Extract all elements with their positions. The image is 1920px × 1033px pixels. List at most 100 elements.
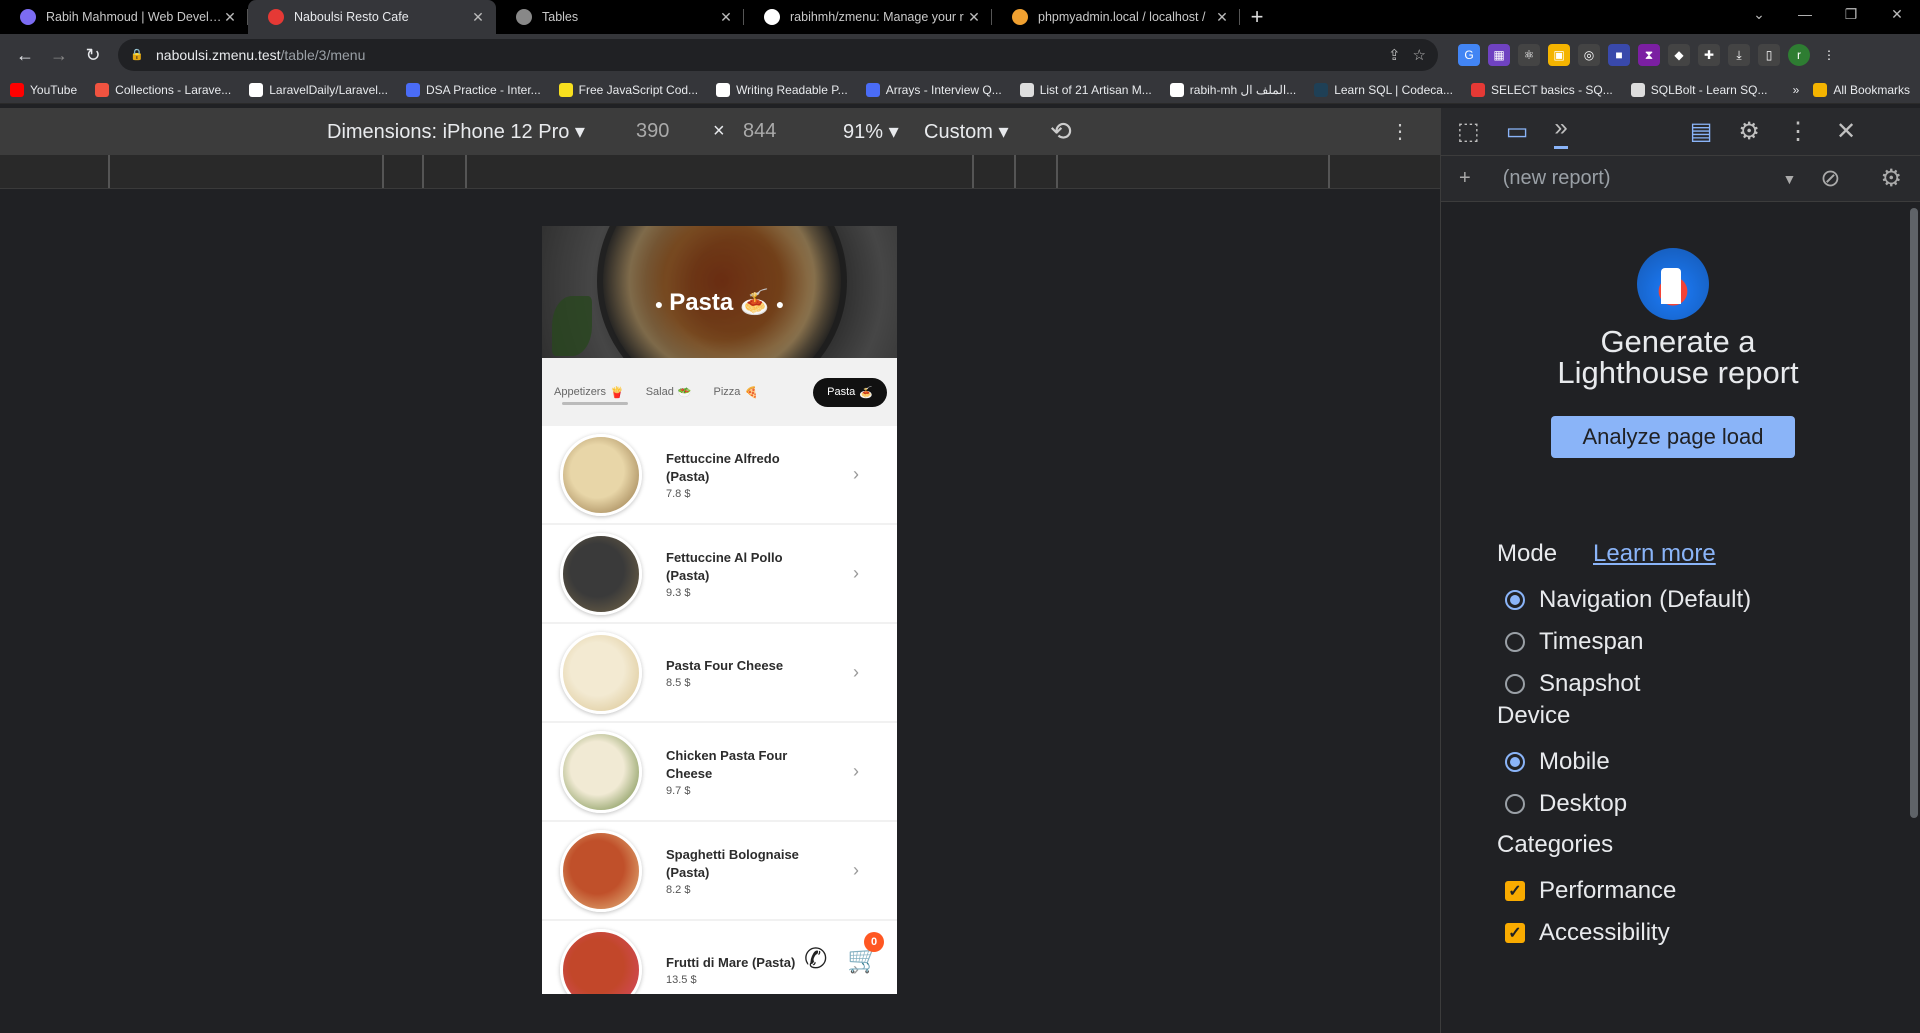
close-window-button[interactable]: ✕ — [1874, 0, 1920, 30]
radio-button[interactable] — [1505, 794, 1525, 814]
ruler-mark[interactable] — [1328, 155, 1330, 188]
ruler-mark[interactable] — [1056, 155, 1058, 188]
extension-icon[interactable]: ■ — [1608, 44, 1630, 66]
ruler-mark[interactable] — [972, 155, 974, 188]
browser-tab[interactable]: Naboulsi Resto Cafe ✕ — [248, 0, 496, 34]
bookmark-item[interactable]: List of 21 Artisan M... — [1019, 82, 1152, 97]
radio-option[interactable]: Mobile — [1505, 748, 1610, 776]
bookmark-item[interactable]: YouTube — [10, 82, 77, 97]
more-bookmarks-button[interactable]: » — [1793, 83, 1800, 97]
lighthouse-settings-icon[interactable]: ⚙ — [1880, 164, 1902, 193]
radio-button[interactable] — [1505, 590, 1525, 610]
share-icon[interactable]: ⇪ — [1388, 46, 1401, 64]
radio-option[interactable]: Timespan — [1505, 628, 1643, 656]
menu-item[interactable]: Chicken Pasta Four Cheese 9.7 $ › — [542, 723, 897, 822]
ruler-mark[interactable] — [382, 155, 384, 188]
ruler-mark[interactable] — [465, 155, 467, 188]
side-panel-icon[interactable]: ▯ — [1758, 44, 1780, 66]
download-icon[interactable]: ⤓ — [1728, 44, 1750, 66]
back-button[interactable]: ← — [10, 40, 40, 70]
browser-tab[interactable]: Rabih Mahmoud | Web Develop ✕ — [0, 0, 248, 34]
radio-option[interactable]: Navigation (Default) — [1505, 586, 1751, 614]
bookmark-item[interactable]: Collections - Larave... — [95, 82, 231, 97]
browser-tab[interactable]: rabihmh/zmenu: Manage your r ✕ — [744, 0, 992, 34]
close-tab-icon[interactable]: ✕ — [470, 9, 486, 26]
category-checkbox-option[interactable]: ✓ Performance — [1505, 877, 1676, 905]
profile-avatar-icon[interactable]: r — [1788, 44, 1810, 66]
extension-icon[interactable]: ◆ — [1668, 44, 1690, 66]
ruler-mark[interactable] — [108, 155, 110, 188]
ruler-mark[interactable] — [422, 155, 424, 188]
extension-icon[interactable]: ⧗ — [1638, 44, 1660, 66]
width-input[interactable]: 390 — [636, 120, 669, 143]
clear-icon[interactable]: ⊘ — [1820, 164, 1840, 193]
more-tabs-icon[interactable]: » — [1554, 114, 1568, 149]
bookmark-item[interactable]: SELECT basics - SQ... — [1470, 82, 1613, 97]
report-select[interactable]: (new report) — [1503, 167, 1611, 190]
radio-option[interactable]: Desktop — [1505, 790, 1627, 818]
bookmark-item[interactable]: Learn SQL | Codeca... — [1314, 82, 1453, 97]
new-tab-button[interactable]: + — [1240, 0, 1274, 34]
category-tab-pizza[interactable]: Pizza 🍕 — [714, 386, 759, 399]
close-tab-icon[interactable]: ✕ — [966, 9, 982, 26]
restore-button[interactable]: ❐ — [1828, 0, 1874, 30]
radio-button[interactable] — [1505, 674, 1525, 694]
bookmark-item[interactable]: rabih-mh الملف ال... — [1169, 82, 1296, 97]
bookmark-item[interactable]: LaravelDaily/Laravel... — [249, 82, 388, 97]
menu-item[interactable]: Fettuccine Alfredo (Pasta) 7.8 $ › — [542, 426, 897, 525]
chrome-menu-icon[interactable]: ⋮ — [1818, 44, 1840, 66]
radio-option[interactable]: Snapshot — [1505, 670, 1640, 698]
settings-gear-icon[interactable]: ⚙ — [1738, 117, 1760, 146]
category-tab-appetizers[interactable]: Appetizers 🍟 — [554, 386, 624, 399]
browser-tab[interactable]: phpmyadmin.local / localhost / ✕ — [992, 0, 1240, 34]
puzzle-extensions-icon[interactable]: ✚ — [1698, 44, 1720, 66]
bookmark-item[interactable]: DSA Practice - Inter... — [405, 82, 541, 97]
height-input[interactable]: 844 — [743, 120, 776, 143]
device-select[interactable]: Dimensions: iPhone 12 Pro ▾ — [327, 119, 585, 144]
caret-down-icon[interactable]: ▼ — [1783, 171, 1797, 187]
all-bookmarks-button[interactable]: All Bookmarks — [1813, 82, 1910, 97]
close-tab-icon[interactable]: ✕ — [718, 9, 734, 26]
category-tab-salad[interactable]: Salad 🥗 — [646, 386, 692, 399]
ruler-mark[interactable] — [1014, 155, 1016, 188]
extension-icon[interactable]: ▣ — [1548, 44, 1570, 66]
more-options-icon[interactable]: ⋮ — [1390, 119, 1410, 144]
feedback-icon[interactable]: ▤ — [1690, 117, 1713, 146]
translate-extension-icon[interactable]: G — [1458, 44, 1480, 66]
bookmark-item[interactable]: Writing Readable P... — [716, 82, 848, 97]
browser-tab[interactable]: Tables ✕ — [496, 0, 744, 34]
tab-search-icon[interactable]: ⌄ — [1736, 0, 1782, 30]
rotate-icon[interactable]: ⟲ — [1050, 116, 1072, 147]
radio-button[interactable] — [1505, 632, 1525, 652]
devtools-scrollbar[interactable] — [1910, 208, 1918, 818]
react-extension-icon[interactable]: ⚛ — [1518, 44, 1540, 66]
checkbox-checked-icon[interactable]: ✓ — [1505, 923, 1525, 943]
close-devtools-icon[interactable]: ✕ — [1836, 117, 1856, 146]
target-extension-icon[interactable]: ◎ — [1578, 44, 1600, 66]
menu-item[interactable]: Spaghetti Bolognaise (Pasta) 8.2 $ › — [542, 822, 897, 921]
zoom-select[interactable]: 91% ▾ — [843, 119, 899, 144]
inspect-element-icon[interactable]: ⬚ — [1457, 117, 1480, 146]
close-tab-icon[interactable]: ✕ — [222, 9, 238, 26]
devtools-menu-icon[interactable]: ⋮ — [1786, 117, 1810, 146]
throttle-select[interactable]: Custom ▾ — [924, 119, 1009, 144]
phone-call-icon[interactable]: ✆ — [804, 942, 827, 975]
close-tab-icon[interactable]: ✕ — [1214, 9, 1230, 26]
learn-more-link[interactable]: Learn more — [1593, 540, 1716, 568]
extension-icon[interactable]: ▦ — [1488, 44, 1510, 66]
bookmark-star-icon[interactable]: ☆ — [1413, 46, 1426, 64]
category-checkbox-option[interactable]: ✓ Accessibility — [1505, 919, 1670, 947]
category-tab-pasta[interactable]: Pasta 🍝 — [813, 377, 887, 407]
bookmark-item[interactable]: Free JavaScript Cod... — [558, 82, 698, 97]
menu-item[interactable]: Pasta Four Cheese 8.5 $ › — [542, 624, 897, 723]
menu-item[interactable]: Frutti di Mare (Pasta) 13.5 $ › — [542, 921, 897, 994]
checkbox-checked-icon[interactable]: ✓ — [1505, 881, 1525, 901]
forward-button[interactable]: → — [44, 40, 74, 70]
address-bar[interactable]: 🔒 naboulsi.zmenu.test/table/3/menu ⇪ ☆ — [118, 39, 1438, 71]
reload-button[interactable]: ↻ — [78, 40, 108, 70]
bookmark-item[interactable]: Arrays - Interview Q... — [865, 82, 1002, 97]
menu-item[interactable]: Fettuccine Al Pollo (Pasta) 9.3 $ › — [542, 525, 897, 624]
add-report-icon[interactable]: + — [1459, 167, 1471, 190]
analyze-page-load-button[interactable]: Analyze page load — [1551, 416, 1795, 458]
minimize-button[interactable]: — — [1782, 0, 1828, 30]
